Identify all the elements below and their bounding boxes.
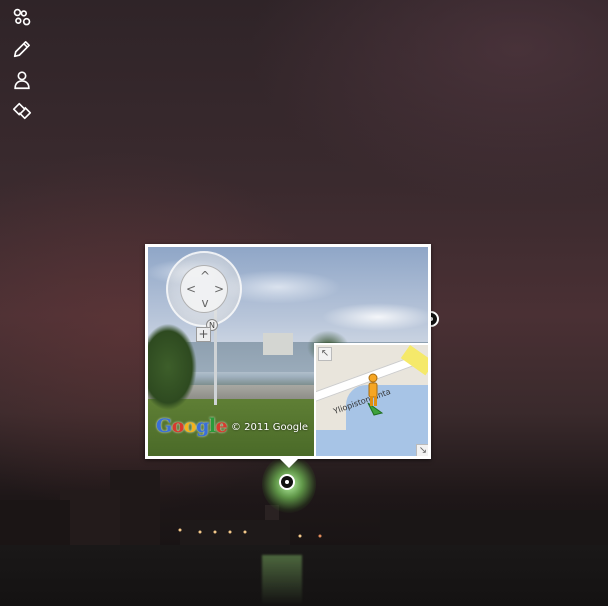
popup-pointer xyxy=(279,458,299,468)
network-button[interactable] xyxy=(9,5,35,31)
logo-letter: g xyxy=(196,415,209,437)
zoom-in-button[interactable]: + xyxy=(196,327,211,342)
pan-right-button[interactable]: > xyxy=(212,283,226,295)
streetview-panorama[interactable]: ^ v < > N + Google © 2011 Google Yliopis… xyxy=(148,247,428,456)
pencil-icon xyxy=(13,41,30,58)
user-icon xyxy=(14,71,30,90)
pan-up-button[interactable]: ^ xyxy=(198,270,212,282)
minimap[interactable]: Yliopistonranta ↖ ↘ xyxy=(314,343,428,456)
edit-button[interactable] xyxy=(9,36,35,62)
pano-building xyxy=(263,333,293,355)
layers-button[interactable] xyxy=(9,98,35,124)
logo-letter: G xyxy=(156,415,172,437)
logo-letter: e xyxy=(215,415,228,437)
minimap-water-2 xyxy=(316,430,376,456)
streetview-popup: ^ v < > N + Google © 2011 Google Yliopis… xyxy=(145,244,431,459)
minimap-expand-button[interactable]: ↖ xyxy=(318,347,332,361)
firework-reflection xyxy=(262,555,302,605)
minimap-resize-button[interactable]: ↘ xyxy=(416,444,428,456)
logo-letter: l xyxy=(208,415,216,437)
location-marker-firework[interactable] xyxy=(279,474,295,490)
water xyxy=(0,545,608,606)
network-icon xyxy=(13,8,31,26)
left-toolbar xyxy=(9,5,35,129)
minimap-highway xyxy=(400,345,428,376)
logo-letter: o xyxy=(171,415,185,437)
profile-button[interactable] xyxy=(9,67,35,93)
pan-left-button[interactable]: < xyxy=(184,283,198,295)
pan-control-inner: ^ v < > xyxy=(180,265,228,313)
google-logo: Google xyxy=(156,415,228,437)
logo-letter: o xyxy=(183,415,197,437)
copyright-text: © 2011 Google xyxy=(231,422,309,433)
pan-down-button[interactable]: v xyxy=(198,297,212,309)
layers-icon xyxy=(12,102,32,120)
pegman-icon[interactable] xyxy=(364,373,384,417)
pan-control[interactable]: ^ v < > N xyxy=(166,251,242,331)
